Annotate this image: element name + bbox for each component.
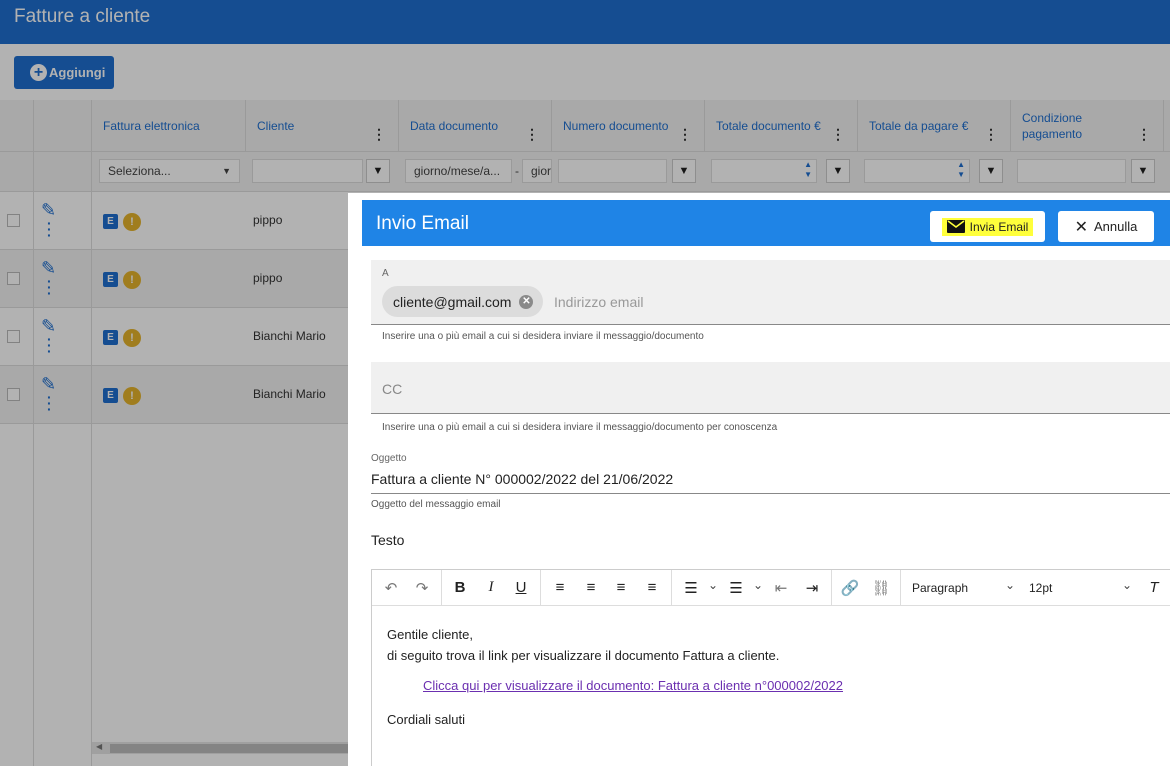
recipients-field[interactable]: A cliente@gmail.com ✕ Indirizzo email <box>371 260 1170 325</box>
close-icon: ✕ <box>1074 218 1089 236</box>
chevron-down-icon[interactable]: ⌄ <box>753 578 763 592</box>
outdent-icon[interactable]: ⇤ <box>770 579 792 597</box>
body-line-greeting: Gentile cliente, <box>387 627 473 642</box>
remove-chip-icon[interactable]: ✕ <box>519 294 534 309</box>
bullet-list-icon[interactable]: ☰ <box>680 579 702 597</box>
body-line-intro: di seguito trova il link per visualizzar… <box>387 648 780 663</box>
send-email-button[interactable]: Invia Email <box>930 211 1045 242</box>
numbered-list-icon[interactable]: ☰ <box>725 579 747 597</box>
font-size-select[interactable]: 12pt <box>1029 581 1052 595</box>
toolbar-divider <box>540 570 541 606</box>
indent-icon[interactable]: ⇥ <box>801 579 823 597</box>
editor-toolbar: ↶ ↷ B I U ≡ ≡ ≡ ≡ ☰ ⌄ ☰ ⌄ ⇤ ⇥ 🔗 ⛓ Paragr… <box>372 570 1170 606</box>
cc-hint: Inserire una o più email a cui si deside… <box>382 422 778 433</box>
cc-placeholder: CC <box>382 381 403 397</box>
subject-input[interactable]: Fattura a cliente N° 000002/2022 del 21/… <box>371 471 673 487</box>
toolbar-divider <box>900 570 901 606</box>
recipient-chip-label: cliente@gmail.com <box>393 293 512 310</box>
redo-icon[interactable]: ↷ <box>411 579 433 597</box>
align-left-icon[interactable]: ≡ <box>549 579 571 596</box>
unlink-icon[interactable]: ⛓ <box>870 579 892 597</box>
subject-hint: Oggetto del messaggio email <box>371 499 501 510</box>
subject-underline <box>371 493 1170 494</box>
underline-icon[interactable]: U <box>510 579 532 596</box>
recipient-chip[interactable]: cliente@gmail.com ✕ <box>382 286 544 317</box>
send-email-highlight: Invia Email <box>941 217 1034 236</box>
body-label: Testo <box>371 532 405 548</box>
recipient-input-placeholder[interactable]: Indirizzo email <box>554 294 643 310</box>
rich-text-editor[interactable]: ↶ ↷ B I U ≡ ≡ ≡ ≡ ☰ ⌄ ☰ ⌄ ⇤ ⇥ 🔗 ⛓ Paragr… <box>371 569 1170 766</box>
mail-icon <box>946 220 965 233</box>
align-justify-icon[interactable]: ≡ <box>641 579 663 596</box>
recipients-label: A <box>382 268 389 279</box>
cancel-button[interactable]: ✕ Annulla <box>1058 211 1154 242</box>
document-link[interactable]: Clicca qui per visualizzare il documento… <box>423 678 843 693</box>
undo-icon[interactable]: ↶ <box>380 579 402 597</box>
bold-icon[interactable]: B <box>449 579 471 596</box>
block-format-select[interactable]: Paragraph <box>912 581 968 595</box>
send-email-dialog: Invio Email Invia Email ✕ Annulla A clie… <box>348 193 1170 766</box>
send-email-label: Invia Email <box>969 219 1029 234</box>
align-center-icon[interactable]: ≡ <box>580 579 602 596</box>
recipients-hint: Inserire una o più email a cui si deside… <box>382 331 704 342</box>
chevron-down-icon[interactable]: ⌄ <box>1005 578 1015 592</box>
subject-label: Oggetto <box>371 453 407 464</box>
toolbar-divider <box>441 570 442 606</box>
dialog-title: Invio Email <box>376 213 469 234</box>
body-line-closing: Cordiali saluti <box>387 712 466 727</box>
clear-formatting-icon[interactable]: T <box>1143 579 1165 596</box>
align-right-icon[interactable]: ≡ <box>610 579 632 596</box>
chevron-down-icon[interactable]: ⌄ <box>1122 578 1132 592</box>
editor-content[interactable]: Gentile cliente, di seguito trova il lin… <box>387 624 779 666</box>
italic-icon[interactable]: I <box>480 579 502 596</box>
dialog-header: Invio Email Invia Email ✕ Annulla <box>362 200 1170 246</box>
chevron-down-icon[interactable]: ⌄ <box>708 578 718 592</box>
cc-field[interactable]: CC <box>371 362 1170 414</box>
link-icon[interactable]: 🔗 <box>839 579 861 597</box>
toolbar-divider <box>831 570 832 606</box>
toolbar-divider <box>671 570 672 606</box>
cancel-label: Annulla <box>1094 219 1138 234</box>
